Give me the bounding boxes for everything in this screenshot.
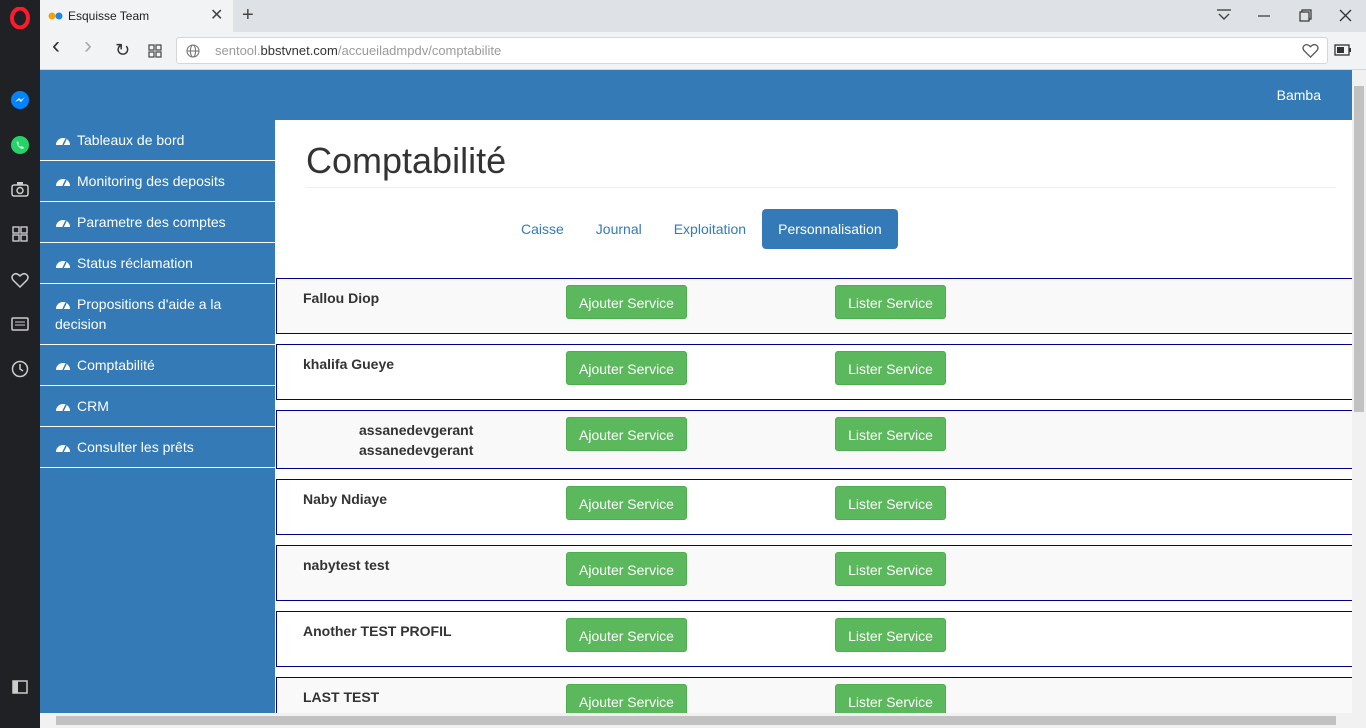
user-menu[interactable]: Bamba [1277, 87, 1321, 103]
profile-row: Fallou Diop Ajouter Service Lister Servi… [276, 278, 1352, 334]
profile-name: khalifa Gueye [303, 356, 395, 372]
camera-icon[interactable] [8, 177, 32, 201]
tab-bar: Esquisse Team ✕ + [40, 0, 1366, 32]
list-service-button[interactable]: Lister Service [835, 618, 946, 652]
messenger-icon[interactable] [8, 88, 32, 112]
tab-favicon-icon [48, 12, 63, 20]
vertical-scroll-thumb[interactable] [1354, 86, 1364, 412]
add-service-button[interactable]: Ajouter Service [566, 417, 687, 451]
minimize-icon[interactable] [1258, 14, 1270, 18]
sidebar-item-label: Consulter les prêts [77, 439, 194, 455]
dashboard-icon [56, 179, 70, 187]
profile-name: assanedevgerant assanedevgerant [359, 422, 474, 458]
dashboard-icon [56, 138, 70, 146]
sidebar-item-monitoring[interactable]: Monitoring des deposits [40, 161, 275, 202]
sidebar-toggle-icon[interactable] [8, 675, 32, 699]
add-service-button[interactable]: Ajouter Service [566, 285, 687, 319]
sidebar-item-comptabilite[interactable]: Comptabilité [40, 345, 275, 386]
add-service-button[interactable]: Ajouter Service [566, 684, 687, 713]
sidebar-item-status[interactable]: Status réclamation [40, 243, 275, 284]
profile-row: LAST TEST Ajouter Service Lister Service [276, 677, 1352, 713]
tab-menu-icon[interactable] [1216, 8, 1232, 22]
top-navbar: Bamba [40, 70, 1352, 120]
news-icon[interactable] [8, 312, 32, 336]
dashboard-icon [56, 445, 70, 453]
opera-sidebar [0, 0, 40, 728]
app-sidebar: Tableaux de bord Monitoring des deposits… [40, 120, 275, 713]
add-service-button[interactable]: Ajouter Service [566, 552, 687, 586]
tab-close-icon[interactable]: ✕ [210, 7, 223, 25]
url-input[interactable]: sentool.bbstvnet.com/accueiladmpdv/compt… [176, 37, 1328, 64]
sidebar-item-label: Parametre des comptes [77, 214, 226, 230]
tab-journal[interactable]: Journal [580, 209, 658, 249]
close-window-icon[interactable] [1339, 9, 1352, 22]
list-service-button[interactable]: Lister Service [835, 417, 946, 451]
profile-row: khalifa Gueye Ajouter Service Lister Ser… [276, 344, 1352, 400]
heart-icon[interactable] [8, 268, 32, 292]
sidebar-item-label: Status réclamation [77, 255, 193, 271]
horizontal-scrollbar[interactable] [40, 713, 1366, 728]
forward-icon[interactable]: › [84, 34, 92, 58]
dashboard-icon [56, 220, 70, 228]
add-service-button[interactable]: Ajouter Service [566, 618, 687, 652]
sidebar-item-prets[interactable]: Consulter les prêts [40, 427, 275, 468]
dashboard-icon [56, 302, 70, 310]
profile-name: Naby Ndiaye [303, 491, 388, 507]
profile-row: nabytest test Ajouter Service Lister Ser… [276, 545, 1352, 601]
tab-title: Esquisse Team [68, 9, 150, 23]
add-service-button[interactable]: Ajouter Service [566, 486, 687, 520]
list-service-button[interactable]: Lister Service [835, 351, 946, 385]
battery-icon[interactable] [1334, 44, 1352, 56]
speed-dial-icon[interactable] [8, 222, 32, 246]
list-service-button[interactable]: Lister Service [835, 486, 946, 520]
url-prefix: sentool. [215, 43, 261, 58]
history-icon[interactable] [8, 357, 32, 381]
dashboard-icon [56, 363, 70, 371]
tabs-grid-icon[interactable] [148, 44, 162, 58]
bookmark-heart-icon[interactable] [1302, 43, 1319, 58]
sidebar-item-tableaux[interactable]: Tableaux de bord [40, 120, 275, 161]
section-tabs: Caisse Journal Exploitation Personnalisa… [505, 209, 898, 249]
profile-name: nabytest test [303, 557, 390, 573]
vertical-scrollbar[interactable] [1352, 70, 1366, 713]
profile-row: assanedevgerant assanedevgerant Ajouter … [276, 410, 1352, 469]
sidebar-item-propositions[interactable]: Propositions d'aide a la decision [40, 284, 275, 345]
globe-icon [186, 44, 200, 58]
horizontal-scroll-thumb[interactable] [56, 716, 1336, 725]
sidebar-item-parametre[interactable]: Parametre des comptes [40, 202, 275, 243]
sidebar-item-label: Propositions d'aide a la decision [55, 296, 222, 332]
sidebar-item-crm[interactable]: CRM [40, 386, 275, 427]
restore-icon[interactable] [1299, 9, 1312, 22]
profile-row: Another TEST PROFIL Ajouter Service List… [276, 611, 1352, 667]
web-page: Bamba Tableaux de bord Monitoring des de… [40, 70, 1352, 713]
url-host: bbstvnet.com [260, 43, 338, 58]
list-service-button[interactable]: Lister Service [835, 552, 946, 586]
add-service-button[interactable]: Ajouter Service [566, 351, 687, 385]
dashboard-icon [56, 261, 70, 269]
profile-name: Another TEST PROFIL [303, 623, 452, 639]
tab-exploitation[interactable]: Exploitation [658, 209, 762, 249]
address-bar: ‹ › ↻ sentool.bbstvnet.com/accueiladmpdv… [40, 32, 1366, 70]
profile-name: LAST TEST [303, 689, 380, 705]
list-service-button[interactable]: Lister Service [835, 285, 946, 319]
title-divider [306, 187, 1336, 188]
browser-tab[interactable]: Esquisse Team ✕ [40, 0, 233, 32]
new-tab-icon[interactable]: + [242, 4, 254, 26]
list-service-button[interactable]: Lister Service [835, 684, 946, 713]
tab-caisse[interactable]: Caisse [505, 209, 580, 249]
dashboard-icon [56, 404, 70, 412]
sidebar-item-label: Comptabilité [77, 357, 155, 373]
url-path: /accueiladmpdv/comptabilite [337, 43, 502, 58]
back-icon[interactable]: ‹ [52, 34, 60, 58]
reload-icon[interactable]: ↻ [115, 40, 130, 60]
profile-name: Fallou Diop [303, 290, 380, 306]
profile-row: Naby Ndiaye Ajouter Service Lister Servi… [276, 479, 1352, 535]
page-title: Comptabilité [306, 140, 507, 181]
sidebar-item-label: CRM [77, 398, 109, 414]
sidebar-item-label: Monitoring des deposits [77, 173, 225, 189]
opera-logo-icon[interactable] [8, 6, 32, 30]
sidebar-item-label: Tableaux de bord [77, 132, 185, 148]
tab-personnalisation[interactable]: Personnalisation [762, 209, 898, 249]
whatsapp-icon[interactable] [8, 133, 32, 157]
